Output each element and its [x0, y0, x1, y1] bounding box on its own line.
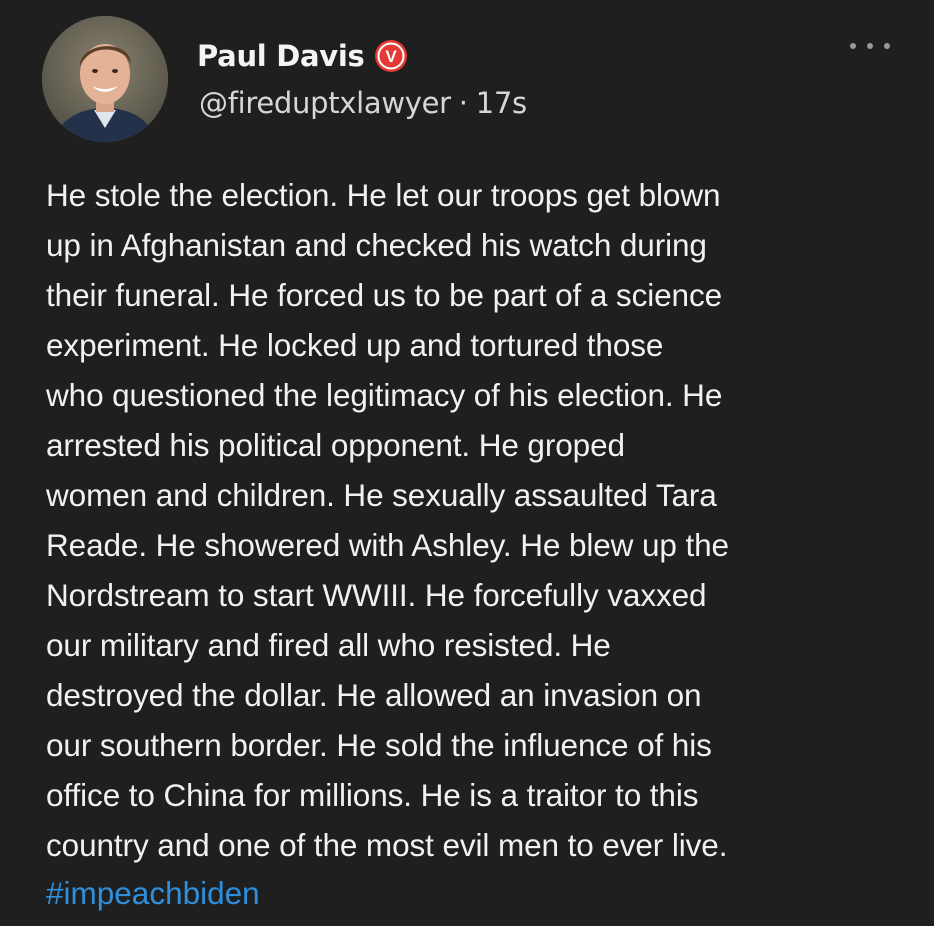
author-name[interactable]: Paul Davis — [197, 39, 365, 73]
dot — [884, 43, 890, 49]
post-card: Paul Davis V @fireduptxlawyer · 17s He sto… — [0, 0, 934, 926]
author-name-row: Paul Davis V — [197, 36, 408, 76]
dot — [867, 43, 873, 49]
verified-badge-icon: V — [374, 39, 408, 73]
hashtag-link[interactable]: #impeachbiden — [46, 868, 260, 918]
post-timestamp[interactable]: 17s — [476, 86, 527, 120]
author-meta: @fireduptxlawyer · 17s — [199, 86, 527, 120]
post-body-text: He stole the election. He let our troops… — [46, 177, 729, 863]
verified-badge-letter: V — [386, 47, 398, 66]
dot — [850, 43, 856, 49]
author-handle[interactable]: @fireduptxlawyer — [199, 86, 451, 120]
avatar[interactable] — [42, 16, 168, 142]
avatar-photo — [42, 16, 168, 142]
meta-separator: · — [458, 86, 468, 120]
more-options-icon[interactable] — [850, 36, 890, 56]
